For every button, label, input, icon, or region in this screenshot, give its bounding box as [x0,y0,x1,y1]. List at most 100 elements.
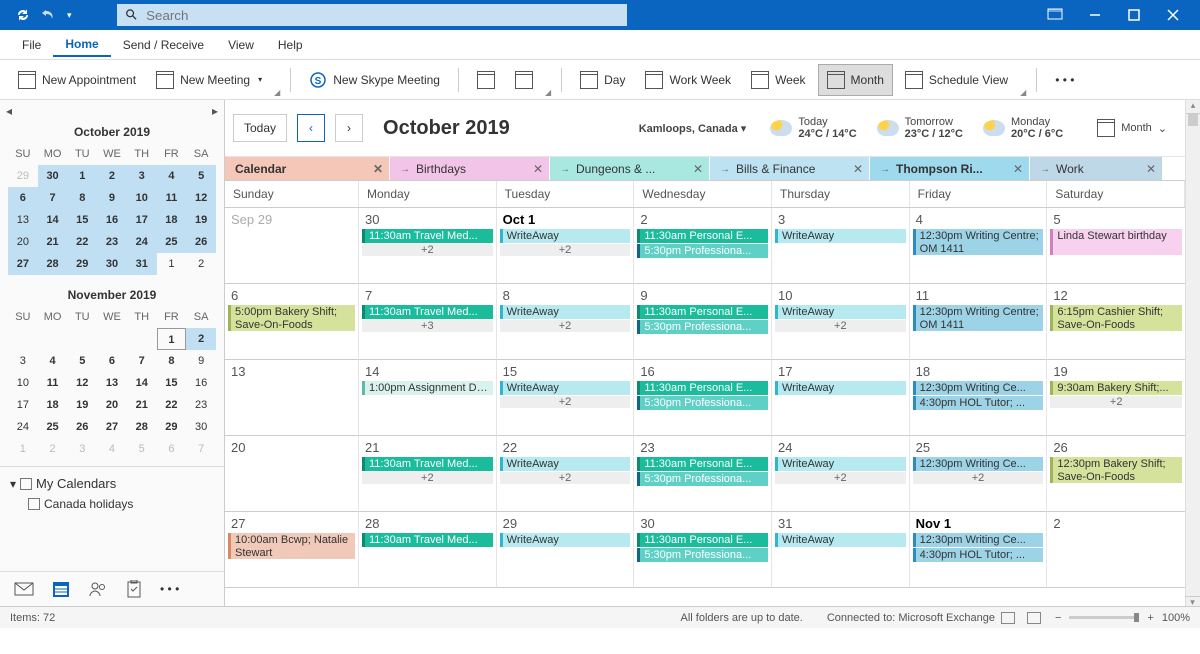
calendar-event[interactable]: 5:30pm Professiona... [637,320,768,334]
close-tab-icon[interactable]: ✕ [687,162,703,176]
mini-day[interactable]: 6 [8,187,38,209]
mini-day[interactable]: 7 [127,350,157,372]
mini-day[interactable]: 21 [127,394,157,416]
calendar-event[interactable]: 11:30am Travel Med... [362,457,493,471]
mini-day[interactable]: 27 [97,416,127,438]
calendar-event[interactable]: WriteAway [775,229,906,243]
location-selector[interactable]: Kamloops, Canada ▾ [639,122,747,135]
group-launcher-icon[interactable]: ◢ [274,88,280,97]
close-tab-icon[interactable]: ✕ [1140,162,1156,176]
mini-day[interactable]: 12 [67,372,97,394]
mini-day[interactable]: 9 [97,187,127,209]
mini-day[interactable]: 25 [157,231,187,253]
zoom-out-icon[interactable]: − [1055,612,1061,624]
calendar-event[interactable]: WriteAway [500,381,631,395]
mini-day[interactable] [97,328,127,350]
mini-day[interactable]: 24 [127,231,157,253]
calendar-event[interactable]: 5:00pm Bakery Shift; Save-On-Foods [228,305,355,331]
mini-day[interactable]: 20 [97,394,127,416]
calendar-event[interactable]: 4:30pm HOL Tutor; ... [913,548,1044,562]
mini-day[interactable] [67,328,97,350]
calendar-cell[interactable]: Nov 112:30pm Writing Ce...4:30pm HOL Tut… [910,512,1048,588]
calendar-cell[interactable]: 211:30am Personal E...5:30pm Professiona… [634,208,772,284]
mini-day[interactable]: 4 [157,165,187,187]
tab-sendreceive[interactable]: Send / Receive [111,34,216,56]
calendar-cell[interactable]: 24WriteAway+2 [772,436,910,512]
mini-day[interactable]: 11 [157,187,187,209]
calendar-event[interactable]: 11:30am Personal E... [637,533,768,547]
mini-day[interactable]: 13 [97,372,127,394]
calendar-cell[interactable]: 17WriteAway [772,360,910,436]
tasks-icon[interactable] [126,580,142,598]
zoom-level[interactable]: 100% [1162,612,1190,624]
mini-day[interactable]: 7 [38,187,68,209]
calendar-event[interactable]: WriteAway [500,229,631,243]
sidebar-scrollbar[interactable]: ▴ ▾ [1185,100,1200,606]
mini-day[interactable]: 6 [157,438,187,460]
mini-day[interactable]: 31 [127,253,157,275]
mini-day[interactable]: 2 [38,438,68,460]
calendar-cell[interactable]: 2111:30am Travel Med...+2 [359,436,497,512]
new-appointment-button[interactable]: New Appointment [10,64,144,96]
calendar-event[interactable]: 5:30pm Professiona... [637,396,768,410]
tab-file[interactable]: File [10,34,53,56]
mini-day[interactable]: 1 [157,328,187,350]
calendar-event[interactable]: 12:30pm Writing Centre; OM 1411 [913,305,1044,331]
weather-item[interactable]: Monday20°C / 6°C [983,116,1063,140]
more-events[interactable]: +2 [362,244,493,256]
tab-help[interactable]: Help [266,34,315,56]
calendar-icon[interactable] [52,580,70,598]
calendar-tab[interactable]: →Birthdays✕ [390,157,550,181]
calendar-cell[interactable]: 5Linda Stewart birthday [1047,208,1185,284]
today-toolbar-button[interactable] [469,64,503,96]
mini-day[interactable]: 17 [8,394,38,416]
calendar-event[interactable]: 6:15pm Cashier Shift; Save-On-Foods [1050,305,1182,331]
minimize-icon[interactable] [1088,8,1102,22]
mini-day[interactable]: 1 [67,165,97,187]
calendar-cell[interactable]: 2311:30am Personal E...5:30pm Profession… [634,436,772,512]
reading-view-icon[interactable] [1027,612,1041,624]
calendar-event[interactable]: 11:30am Travel Med... [362,533,493,547]
mini-day[interactable]: 2 [186,328,216,350]
calendar-cell[interactable]: 412:30pm Writing Centre; OM 1411 [910,208,1048,284]
calendar-event[interactable]: WriteAway [500,305,631,319]
calendar-tab[interactable]: →Dungeons & ...✕ [550,157,710,181]
mini-day[interactable]: 17 [127,209,157,231]
calendar-cell[interactable]: 15WriteAway+2 [497,360,635,436]
mini-day[interactable]: 14 [38,209,68,231]
close-tab-icon[interactable]: ✕ [367,162,383,176]
more-events[interactable]: +3 [362,320,493,332]
calendar-cell[interactable]: 1611:30am Personal E...5:30pm Profession… [634,360,772,436]
calendar-event[interactable]: WriteAway [775,381,906,395]
calendar-cell[interactable]: 20 [225,436,359,512]
calendar-cell[interactable]: 13 [225,360,359,436]
mini-day[interactable]: 2 [186,253,216,275]
calendar-event[interactable]: 11:30am Travel Med... [362,229,493,243]
checkbox-icon[interactable] [20,478,32,490]
calendar-event[interactable]: WriteAway [775,305,906,319]
calendar-event[interactable]: WriteAway [775,533,906,547]
calendar-cell[interactable]: 29WriteAway [497,512,635,588]
day-view-button[interactable]: Day [572,64,633,96]
calendar-event[interactable]: Linda Stewart birthday [1050,229,1182,255]
calendar-tab[interactable]: Calendar✕ [225,157,390,181]
mini-day[interactable]: 26 [67,416,97,438]
goto-launcher-icon[interactable]: ◢ [545,88,551,97]
calendar-cell[interactable]: Sep 29 [225,208,359,284]
calendar-event[interactable]: 12:30pm Writing Ce... [913,533,1044,547]
ribbon-display-icon[interactable] [1047,8,1063,22]
calendar-cell[interactable]: Oct 1WriteAway+2 [497,208,635,284]
close-tab-icon[interactable]: ✕ [847,162,863,176]
mini-day[interactable]: 30 [38,165,68,187]
mini-day[interactable]: 12 [186,187,216,209]
mini-day[interactable]: 16 [97,209,127,231]
mini-day[interactable]: 11 [38,372,68,394]
calendar-cell[interactable]: 911:30am Personal E...5:30pm Professiona… [634,284,772,360]
more-button[interactable]: • • • [1047,64,1082,96]
mini-day[interactable]: 3 [8,350,38,372]
calendar-event[interactable]: 11:30am Travel Med... [362,305,493,319]
weather-item[interactable]: Tomorrow23°C / 12°C [877,116,963,140]
calendar-cell[interactable]: 3WriteAway [772,208,910,284]
calendar-cell[interactable]: 3011:30am Travel Med...+2 [359,208,497,284]
more-events[interactable]: +2 [500,472,631,484]
